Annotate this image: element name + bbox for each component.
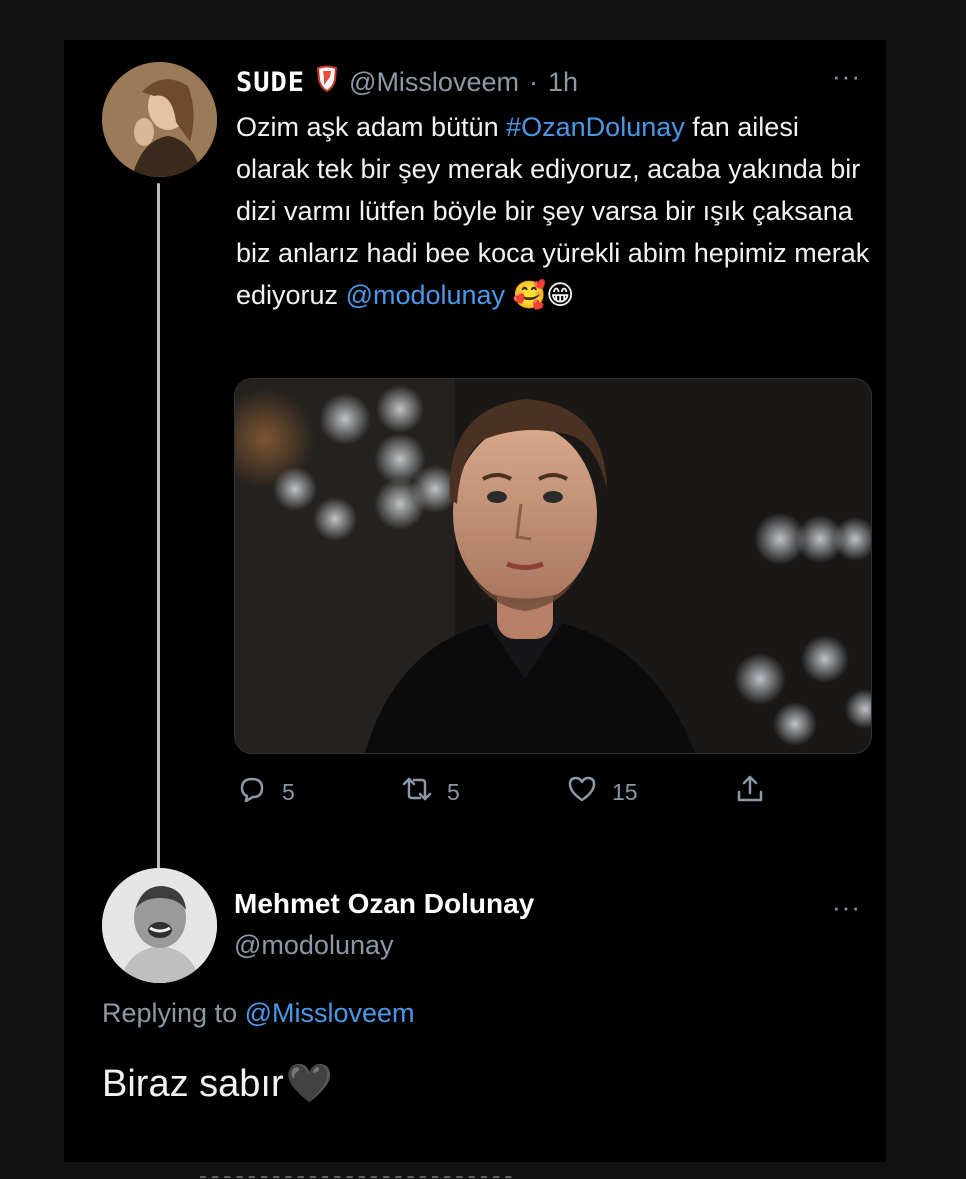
thread-connector-line	[157, 183, 160, 869]
retweet-count: 5	[447, 778, 460, 805]
tweet-header: SUDE @Missloveem · 1h	[236, 62, 578, 102]
hashtag-link[interactable]: #OzanDolunay	[506, 112, 685, 142]
reply-author-handle[interactable]: @modolunay	[234, 930, 394, 961]
reply-text-body: Biraz sabır	[102, 1062, 284, 1105]
tweet-screenshot-frame: SUDE @Missloveem · 1h ··· Ozim aşk adam …	[64, 40, 886, 1162]
replying-to-line: Replying to @Missloveem	[102, 998, 415, 1029]
tweet-time[interactable]: 1h	[548, 67, 578, 98]
black-heart-emoji: 🖤	[285, 1063, 333, 1105]
share-action[interactable]	[734, 773, 766, 811]
reply-text: Biraz sabır 🖤	[102, 1062, 333, 1106]
tweet-media-photo[interactable]	[234, 378, 872, 754]
like-count: 15	[612, 778, 638, 805]
author-display-name[interactable]: SUDE	[236, 67, 305, 98]
retweet-action[interactable]: 5	[401, 773, 566, 811]
tweet-action-bar: 5 5 15	[236, 770, 836, 814]
share-icon	[734, 773, 766, 811]
retweet-icon	[401, 773, 433, 811]
emoji-text: 🥰😁	[505, 280, 575, 310]
tweet-text-part: Ozim aşk adam bütün	[236, 112, 507, 142]
reply-author-avatar[interactable]	[102, 868, 217, 983]
more-options-icon[interactable]: ···	[832, 63, 861, 89]
time-separator: ·	[528, 66, 538, 97]
reply-count: 5	[282, 778, 295, 805]
tweet-text: Ozim aşk adam bütün #OzanDolunay fan ail…	[236, 106, 876, 316]
reply-action[interactable]: 5	[236, 773, 401, 811]
reply-more-options-icon[interactable]: ···	[832, 892, 861, 923]
cropped-caption-text: ـ ـ ـ ـ ـ ـ ـ ـ ـ ـ ـ ـ ـ ـ ـ ـ ـ ـ ـ ـ …	[200, 1164, 512, 1179]
mention-link[interactable]: @modolunay	[346, 280, 506, 310]
replying-to-handle[interactable]: @Missloveem	[245, 998, 415, 1028]
author-avatar[interactable]	[102, 62, 217, 177]
heart-icon	[566, 773, 598, 811]
reply-author-name[interactable]: Mehmet Ozan Dolunay	[234, 888, 534, 920]
replying-to-label: Replying to	[102, 998, 238, 1028]
author-handle[interactable]: @Missloveem	[349, 67, 519, 98]
shield-emblem-icon	[315, 65, 339, 100]
like-action[interactable]: 15	[566, 773, 734, 811]
reply-icon	[236, 773, 268, 811]
